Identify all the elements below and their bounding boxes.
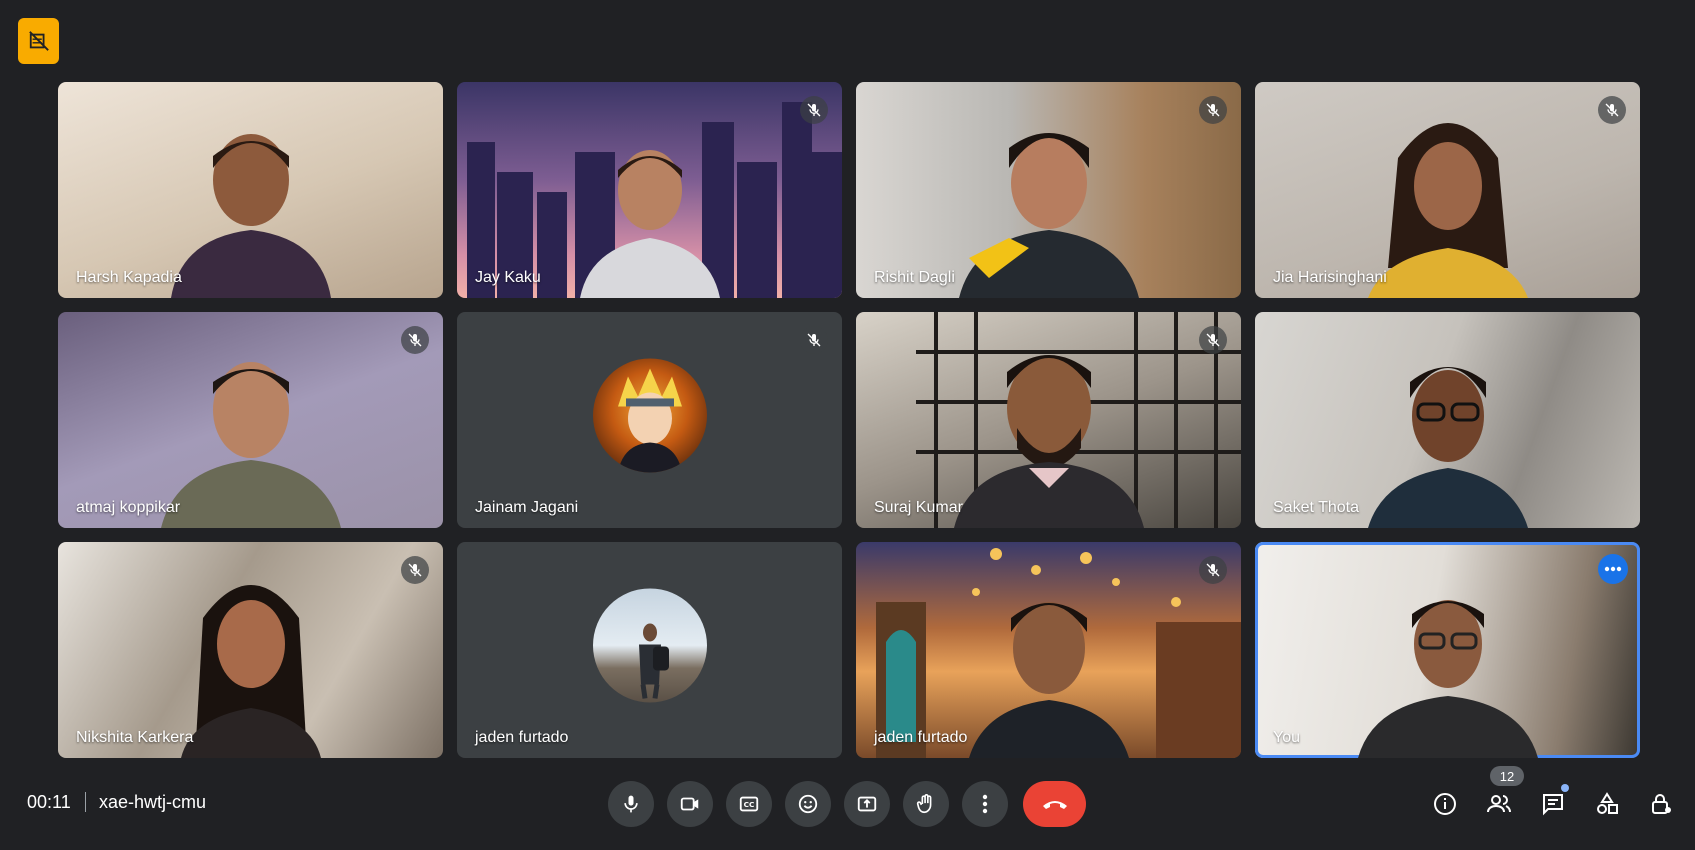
participant-tile[interactable]: Jay Kaku <box>457 82 842 298</box>
participant-video <box>1367 123 1528 298</box>
info-icon <box>1434 793 1456 815</box>
camera-button[interactable] <box>667 781 713 827</box>
call-controls: CC <box>608 781 1086 827</box>
participant-tile[interactable]: Rishit Dagli <box>856 82 1241 298</box>
participant-grid: Harsh Kapadia Jay Kaku Rishit Dagli Jia … <box>58 82 1640 758</box>
muted-badge <box>401 556 429 584</box>
mic-off-icon <box>1206 563 1220 577</box>
participant-video <box>958 133 1139 298</box>
host-controls-button[interactable] <box>1645 788 1677 820</box>
more-options-button[interactable] <box>962 781 1008 827</box>
mic-off-icon <box>807 103 821 117</box>
participant-tile[interactable]: Jia Harisinghani <box>1255 82 1640 298</box>
recording-off-badge[interactable] <box>18 18 59 64</box>
meeting-details-button[interactable] <box>1429 788 1461 820</box>
participant-count-badge: 12 <box>1490 766 1524 786</box>
mic-off-icon <box>1605 103 1619 117</box>
captions-button[interactable]: CC <box>726 781 772 827</box>
participant-name: Jainam Jagani <box>475 499 579 516</box>
participant-avatar <box>592 358 707 473</box>
leave-call-button[interactable] <box>1023 781 1086 827</box>
participant-video <box>160 362 341 528</box>
camera-icon <box>680 797 699 811</box>
emoji-icon <box>798 794 818 814</box>
participant-name: Harsh Kapadia <box>76 269 182 286</box>
participant-name: atmaj koppikar <box>76 499 181 516</box>
side-panel-controls <box>1429 784 1677 822</box>
reactions-button[interactable] <box>785 781 831 827</box>
svg-text:CC: CC <box>744 800 755 809</box>
participant-tile[interactable]: atmaj koppikar <box>58 312 443 528</box>
raise-hand-icon <box>916 794 932 814</box>
participant-tile[interactable]: Saket Thota <box>1255 312 1640 528</box>
participant-tile[interactable]: Suraj Kumar <box>856 312 1241 528</box>
participant-name: Rishit Dagli <box>874 269 955 286</box>
participant-tile[interactable]: jaden furtado <box>856 542 1241 758</box>
self-view-tile[interactable]: You <box>1255 542 1640 758</box>
chat-icon <box>1543 794 1563 816</box>
participant-video <box>1357 600 1538 758</box>
mic-off-icon <box>1206 103 1220 117</box>
more-options-icon <box>982 794 988 814</box>
participant-video <box>968 602 1129 758</box>
participant-tile[interactable]: jaden furtado <box>457 542 842 758</box>
participant-name: Saket Thota <box>1273 499 1359 516</box>
participant-name: Jia Harisinghani <box>1273 269 1387 286</box>
end-call-icon <box>1042 801 1067 809</box>
activities-button[interactable] <box>1591 788 1623 820</box>
participant-video <box>170 134 331 298</box>
people-icon <box>1487 795 1511 813</box>
microphone-button[interactable] <box>608 781 654 827</box>
participant-name: Nikshita Karkera <box>76 729 194 746</box>
muted-badge <box>1199 326 1227 354</box>
meeting-timer: 00:11 <box>27 792 71 812</box>
profile-photo <box>638 623 669 699</box>
captions-icon: CC <box>739 796 759 812</box>
participant-video <box>1367 367 1528 528</box>
present-button[interactable] <box>844 781 890 827</box>
anime-avatar-image <box>617 368 682 473</box>
raise-hand-button[interactable] <box>903 781 949 827</box>
activities-icon <box>1597 792 1618 814</box>
muted-badge <box>800 326 828 354</box>
muted-badge <box>1199 556 1227 584</box>
participant-video <box>579 150 720 298</box>
mic-off-icon <box>408 333 422 347</box>
muted-badge <box>800 96 828 124</box>
muted-badge <box>1199 96 1227 124</box>
host-controls-icon <box>1652 794 1671 814</box>
participant-tile[interactable]: Jainam Jagani <box>457 312 842 528</box>
participant-video <box>180 585 321 758</box>
tile-options-button[interactable] <box>1598 554 1628 584</box>
participant-name: You <box>1273 729 1300 746</box>
people-button[interactable] <box>1483 788 1515 820</box>
participant-avatar <box>592 588 707 703</box>
chat-button[interactable] <box>1537 784 1569 820</box>
meeting-toolbar: 00:11 xae-hwtj-cmu CC <box>0 770 1695 836</box>
mic-off-icon <box>807 333 821 347</box>
mic-off-icon <box>1206 333 1220 347</box>
unread-dot <box>1561 784 1569 792</box>
present-icon <box>857 796 877 812</box>
participant-name: jaden furtado <box>475 729 569 746</box>
participant-name: Suraj Kumar <box>874 499 963 516</box>
participant-name: jaden furtado <box>874 729 968 746</box>
more-horizontal-icon <box>1604 566 1622 572</box>
participant-video <box>953 355 1144 528</box>
participant-tile[interactable]: Harsh Kapadia <box>58 82 443 298</box>
microphone-icon <box>624 795 638 813</box>
video-off-icon <box>28 31 49 51</box>
mic-off-icon <box>408 563 422 577</box>
participant-name: Jay Kaku <box>475 269 541 286</box>
muted-badge <box>401 326 429 354</box>
meeting-code: xae-hwtj-cmu <box>99 792 207 812</box>
divider <box>85 792 86 812</box>
muted-badge <box>1598 96 1626 124</box>
participant-tile[interactable]: Nikshita Karkera <box>58 542 443 758</box>
